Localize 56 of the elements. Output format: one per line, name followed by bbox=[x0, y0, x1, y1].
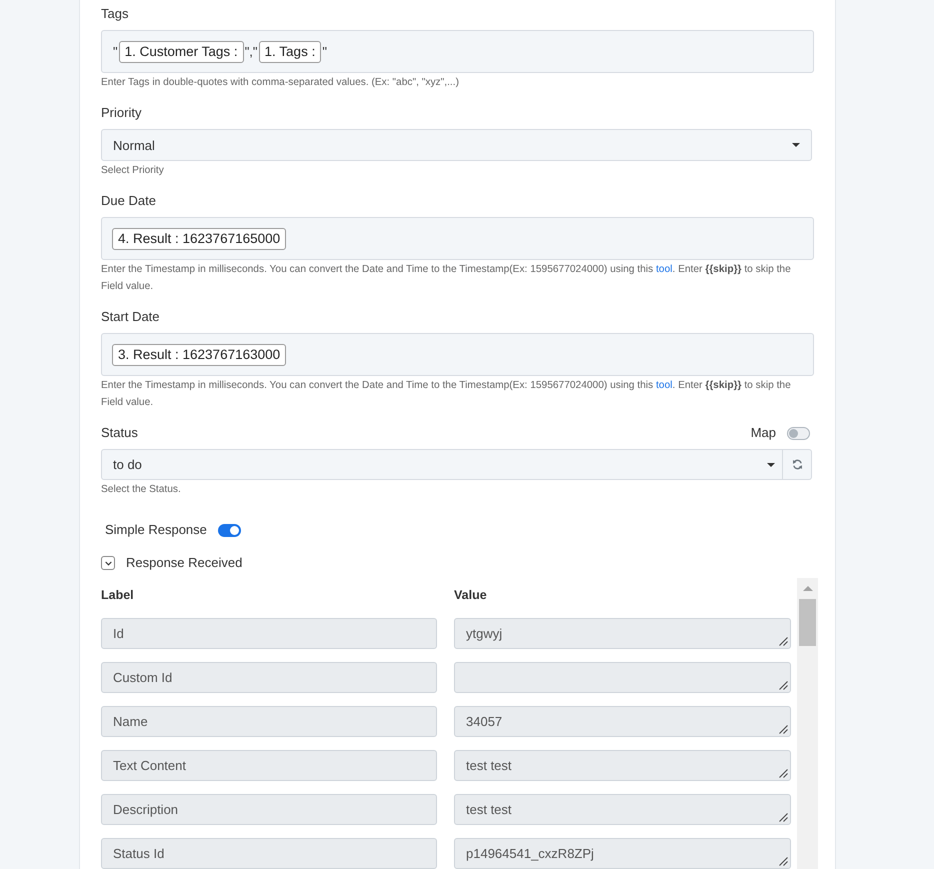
resize-grip-icon[interactable] bbox=[779, 813, 788, 822]
scrollbar-thumb[interactable] bbox=[799, 599, 816, 646]
token-chip: 4. Result : 1623767165000 bbox=[112, 228, 286, 250]
column-header: Label bbox=[101, 587, 135, 603]
resize-grip-icon[interactable] bbox=[779, 681, 788, 690]
refresh-icon bbox=[792, 459, 802, 470]
token-field[interactable]: 4. Result : 1623767165000 bbox=[101, 217, 814, 260]
value-field[interactable]: 34057 bbox=[454, 706, 791, 737]
field-hint: Enter Tags in double-quotes with comma-separated values. (Ex: "abc", "xyz",...) bbox=[101, 76, 460, 90]
field-hint: Select the Status. bbox=[101, 483, 182, 497]
token-field[interactable]: 3. Result : 1623767163000 bbox=[101, 333, 814, 376]
column-header: Value bbox=[454, 587, 488, 603]
token-chip: 3. Result : 1623767163000 bbox=[112, 344, 286, 366]
value-field[interactable]: test test bbox=[454, 794, 791, 825]
field-label: Status bbox=[101, 425, 138, 441]
label-field: Status Id bbox=[101, 838, 437, 869]
label-field: Id bbox=[101, 618, 437, 649]
field-label: Due Date bbox=[101, 193, 156, 209]
refresh-button[interactable] bbox=[783, 449, 812, 480]
simple-response-label: Simple Response bbox=[105, 522, 207, 538]
field-hint: Enter the Timestamp in milliseconds. You can convert the Date and Time to the Timestamp(Ex: 1595677024000) using this tool. Enter {{skip}} to skip the Field value. bbox=[101, 379, 792, 410]
select-field[interactable]: to do bbox=[101, 449, 783, 480]
map-toggle[interactable] bbox=[787, 426, 810, 440]
value-field[interactable]: p14964541_cxzR8ZPj bbox=[454, 838, 791, 869]
simple-response-toggle[interactable] bbox=[218, 524, 241, 536]
value-field[interactable] bbox=[454, 662, 791, 693]
field-hint: Select Priority bbox=[101, 164, 165, 178]
token-chip: 1. Tags : bbox=[258, 40, 322, 62]
field-hint: Enter the Timestamp in milliseconds. You can convert the Date and Time to the Timestamp(Ex: 1595677024000) using this tool. Enter {{skip}} to skip the Field value. bbox=[101, 263, 792, 294]
tool-link[interactable]: tool bbox=[656, 264, 672, 275]
resize-grip-icon[interactable] bbox=[779, 725, 788, 734]
field-label: Start Date bbox=[101, 309, 160, 325]
value-field[interactable]: test test bbox=[454, 750, 791, 781]
resize-grip-icon[interactable] bbox=[779, 857, 788, 866]
separator-text: "," bbox=[244, 44, 259, 59]
resize-grip-icon[interactable] bbox=[779, 637, 788, 646]
section-title: Response Received bbox=[126, 555, 242, 571]
chevron-down-icon bbox=[104, 560, 112, 566]
field-label: Priority bbox=[101, 105, 142, 121]
field-label: Tags bbox=[101, 6, 128, 22]
separator-text: " bbox=[321, 44, 328, 59]
separator-text: " bbox=[112, 44, 119, 59]
caret-down-icon bbox=[767, 462, 775, 466]
label-field: Name bbox=[101, 706, 437, 737]
label-field: Custom Id bbox=[101, 662, 437, 693]
token-chip: 1. Customer Tags : bbox=[118, 40, 244, 62]
value-field[interactable]: ytgwyj bbox=[454, 618, 791, 649]
collapse-toggle[interactable] bbox=[101, 556, 115, 570]
label-field: Description bbox=[101, 794, 437, 825]
resize-grip-icon[interactable] bbox=[779, 769, 788, 778]
tool-link[interactable]: tool bbox=[656, 380, 672, 391]
caret-down-icon bbox=[792, 143, 800, 147]
map-label: Map bbox=[750, 425, 776, 441]
token-field[interactable]: " 1. Customer Tags : "," 1. Tags : " bbox=[101, 30, 814, 73]
select-field[interactable]: Normal bbox=[101, 129, 812, 161]
label-field: Text Content bbox=[101, 750, 437, 781]
